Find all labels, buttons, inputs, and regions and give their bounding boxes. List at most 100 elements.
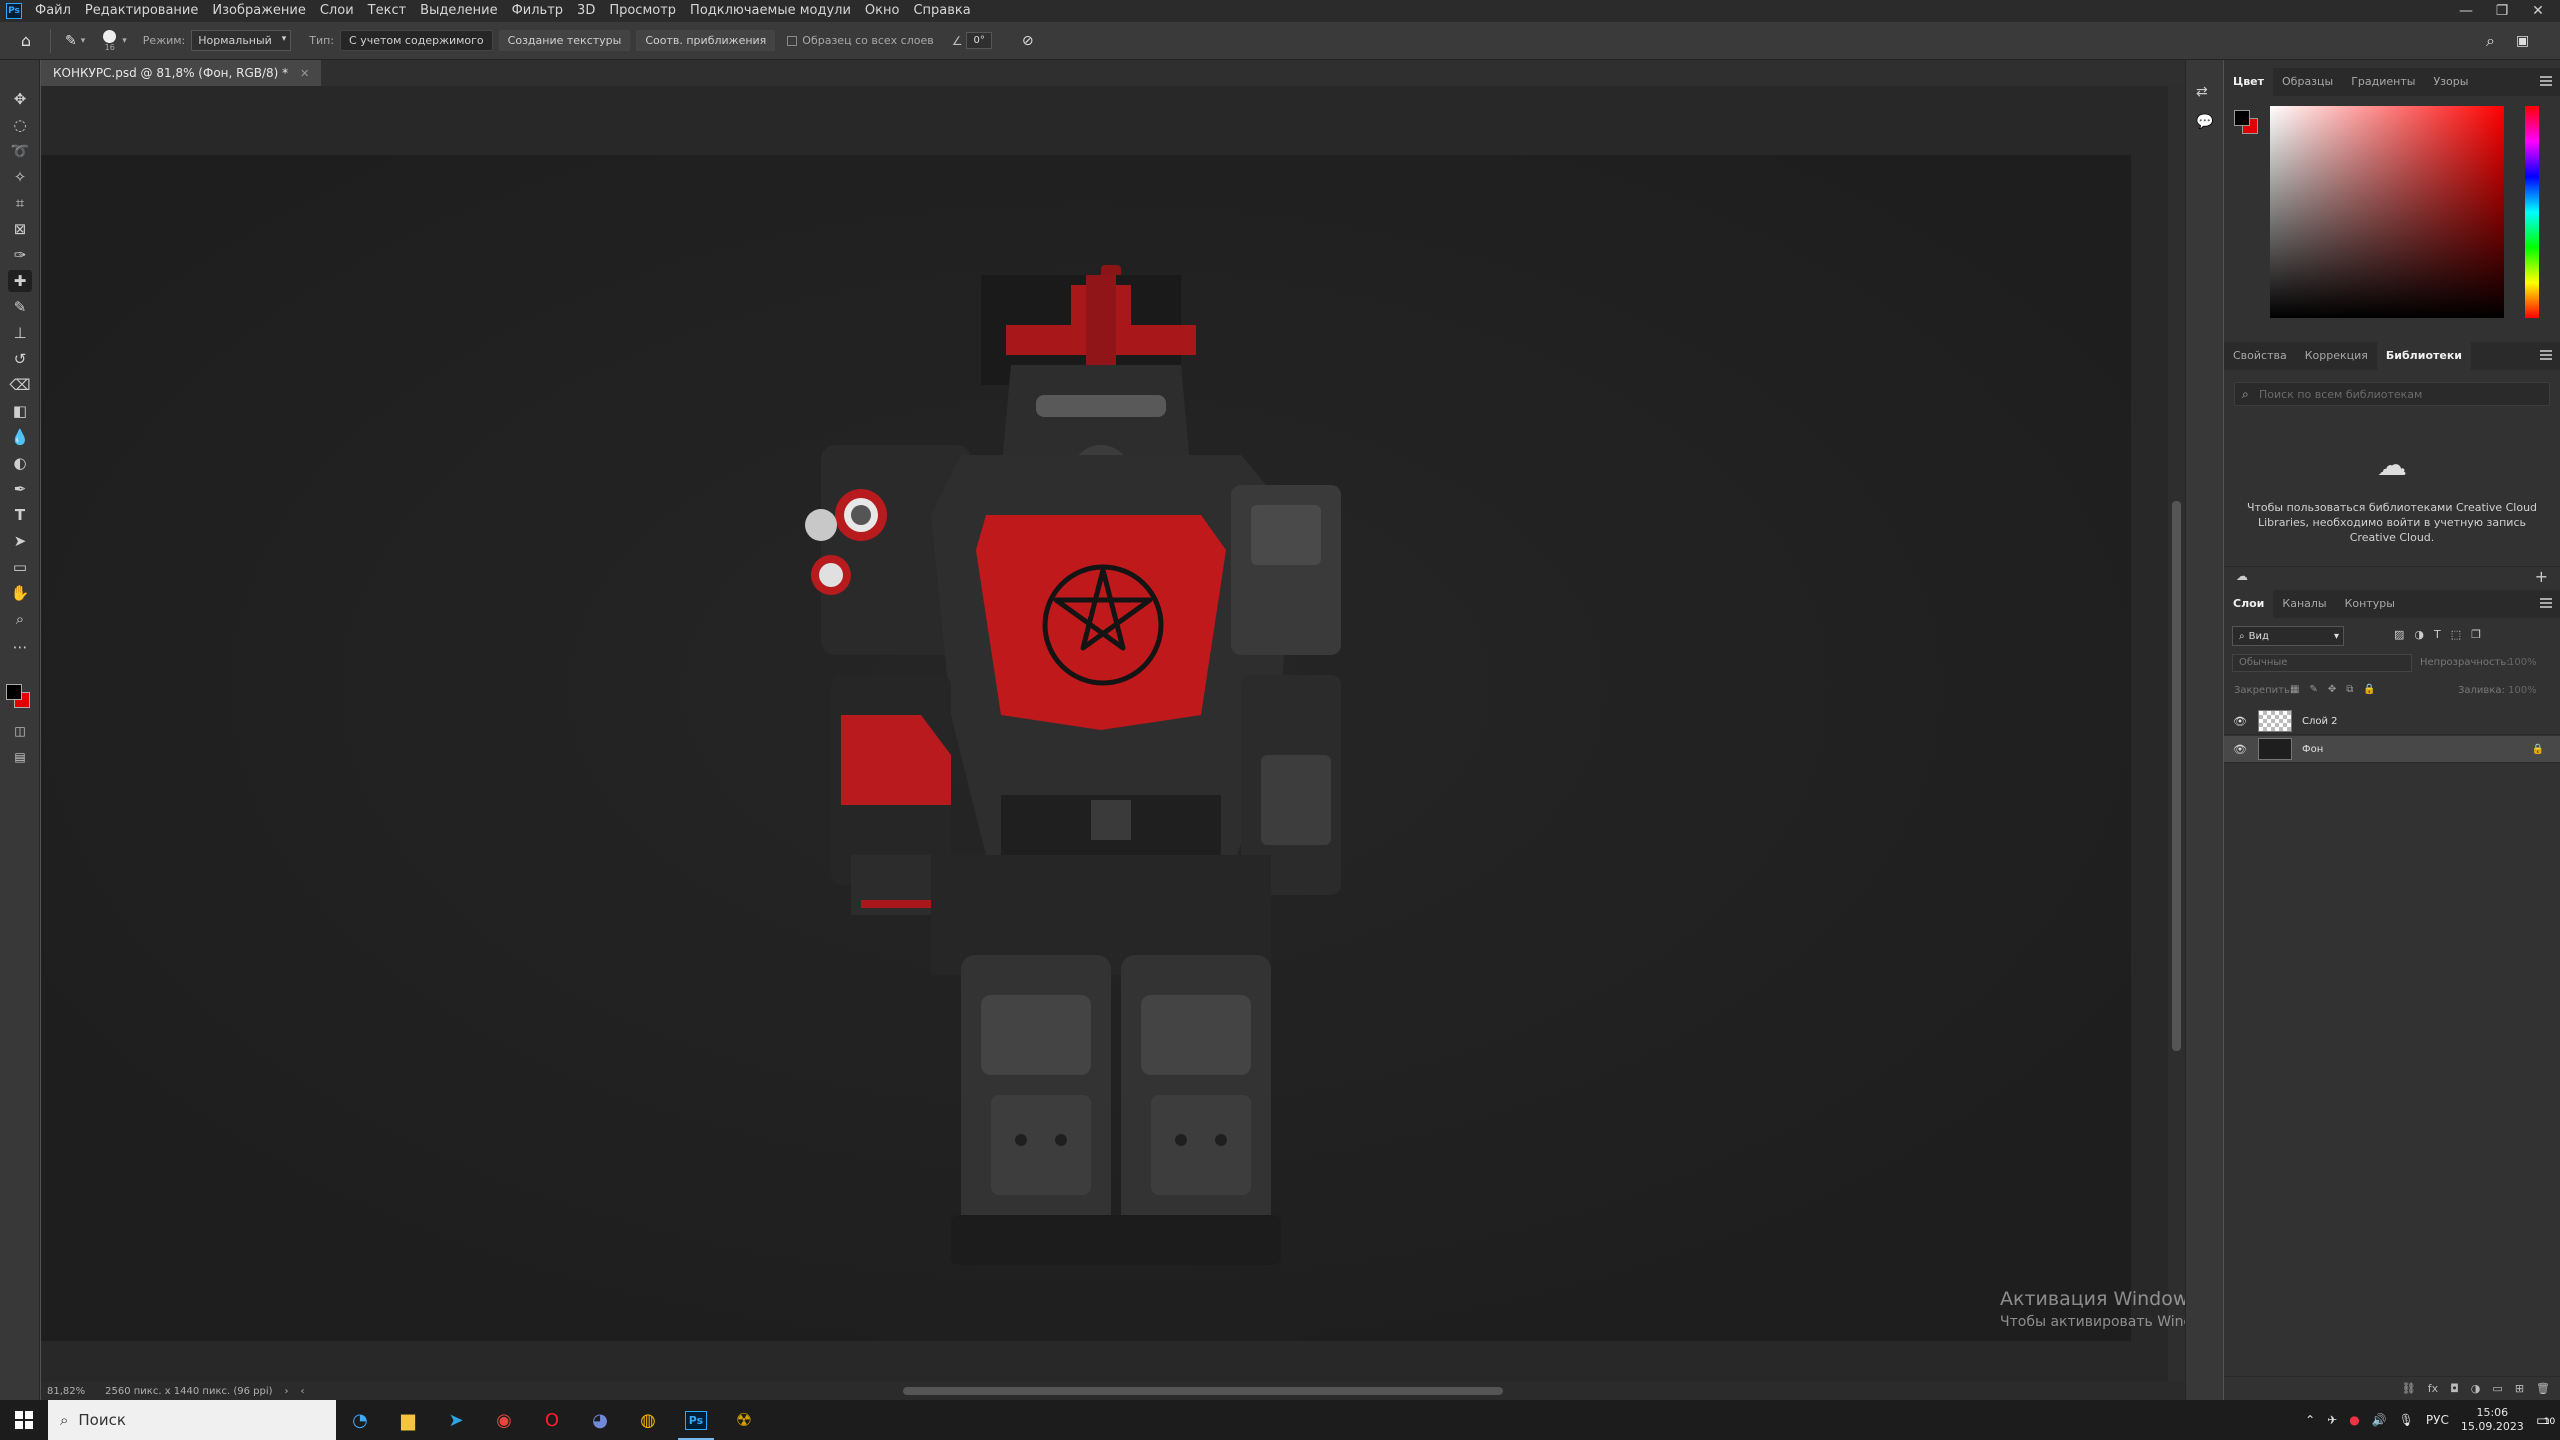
opacity-value[interactable]: 100% [2508,657,2537,668]
pen-tool-icon[interactable]: ✒ [8,478,32,500]
eraser-tool-icon[interactable]: ⌫ [8,374,32,396]
brush-tool-icon[interactable]: ✎ [8,296,32,318]
vertical-scrollbar-thumb[interactable] [2172,501,2181,1051]
horizontal-scrollbar-thumb[interactable] [903,1387,1503,1395]
workspace-icon[interactable]: ▣ [2516,33,2529,49]
close-document-icon[interactable]: ✕ [300,67,309,80]
lock-artboard-icon[interactable]: ⧉ [2346,684,2353,695]
filter-smart-object-icon[interactable]: ❐ [2471,628,2481,641]
cloud-sync-icon[interactable]: ☁ [2236,569,2248,583]
filter-type-icon[interactable]: T [2434,628,2441,641]
menu-file[interactable]: Файл [28,0,78,22]
history-panel-icon[interactable]: ⇄ [2196,84,2208,100]
tray-app-icon[interactable]: ● [2349,1413,2359,1427]
patch-tool-preset-icon[interactable]: ✎ [65,33,77,49]
menu-filter[interactable]: Фильтр [505,0,570,22]
tab-patterns[interactable]: Узоры [2424,68,2477,96]
fill-value[interactable]: 100% [2508,685,2537,696]
edge-app-icon[interactable]: ◔ [336,1400,384,1440]
tab-libraries[interactable]: Библиотеки [2376,342,2472,370]
chevron-down-icon[interactable]: ▾ [81,36,86,46]
menu-window[interactable]: Окно [858,0,907,22]
discord-app-icon[interactable]: ◕ [576,1400,624,1440]
tab-channels[interactable]: Каналы [2273,590,2335,618]
new-group-icon[interactable]: ▭ [2492,1382,2502,1395]
volume-icon[interactable]: 🔊 [2372,1413,2387,1427]
marquee-tool-icon[interactable]: ◌ [8,114,32,136]
menu-3d[interactable]: 3D [570,0,602,22]
zoom-tool-icon[interactable]: ⌕ [8,608,32,630]
layer-row[interactable]: 👁 Слой 2 [2224,708,2560,735]
panel-menu-icon[interactable] [2540,598,2552,608]
move-tool-icon[interactable]: ✥ [8,88,32,110]
close-icon[interactable]: ✕ [2520,0,2556,22]
lasso-tool-icon[interactable]: ➰ [8,140,32,162]
layer-style-icon[interactable]: fx [2428,1382,2438,1395]
tab-properties[interactable]: Свойства [2224,342,2296,370]
menu-select[interactable]: Выделение [413,0,504,22]
menu-type[interactable]: Текст [361,0,414,22]
notifications-button[interactable]: ▭ 10 [2536,1411,2555,1429]
hand-tool-icon[interactable]: ✋ [8,582,32,604]
adjustment-layer-icon[interactable]: ◑ [2471,1382,2481,1395]
filter-adjustment-icon[interactable]: ◑ [2414,628,2424,641]
photoshop-logo-icon[interactable]: Ps [6,3,22,19]
document-tab[interactable]: КОНКУРС.psd @ 81,8% (Фон, RGB/8) * ✕ [41,60,322,86]
tab-color[interactable]: Цвет [2224,68,2274,96]
menu-layers[interactable]: Слои [313,0,361,22]
lock-pixels-icon[interactable]: ✎ [2309,684,2317,695]
comments-panel-icon[interactable]: 💬 [2196,114,2213,130]
layer-filter-select[interactable]: ⌕ Вид ▾ [2232,626,2344,646]
tab-swatches[interactable]: Образцы [2273,68,2342,96]
path-selection-tool-icon[interactable]: ➤ [8,530,32,552]
type-proximity-button[interactable]: Соотв. приближения [636,30,776,51]
library-search-input[interactable]: ⌕ Поиск по всем библиотекам [2234,382,2550,406]
pressure-icon[interactable]: ⊘ [1022,33,1034,49]
add-icon[interactable]: + [2535,567,2548,586]
new-layer-icon[interactable]: ⊞ [2515,1382,2524,1395]
menu-edit[interactable]: Редактирование [78,0,205,22]
tab-gradients[interactable]: Градиенты [2342,68,2424,96]
blur-tool-icon[interactable]: 💧 [8,426,32,448]
chevron-down-icon[interactable]: ▾ [122,36,127,46]
history-brush-tool-icon[interactable]: ↺ [8,348,32,370]
crop-tool-icon[interactable]: ⌗ [8,192,32,214]
eyedropper-tool-icon[interactable]: ✑ [8,244,32,266]
yandex-app-icon[interactable]: ◍ [624,1400,672,1440]
home-icon[interactable]: ⌂ [16,31,36,51]
microphone-icon[interactable]: 🎙 [2399,1413,2414,1427]
chevron-right-icon[interactable]: › [285,1386,289,1397]
dodge-tool-icon[interactable]: ◐ [8,452,32,474]
menu-view[interactable]: Просмотр [602,0,683,22]
gradient-tool-icon[interactable]: ◧ [8,400,32,422]
color-picker-field[interactable] [2270,106,2504,318]
menu-image[interactable]: Изображение [205,0,312,22]
document-canvas[interactable] [41,155,2131,1341]
menu-plugins[interactable]: Подключаемые модули [683,0,858,22]
rectangle-tool-icon[interactable]: ▭ [8,556,32,578]
clock[interactable]: 15:06 15.09.2023 [2461,1406,2524,1434]
telegram-app-icon[interactable]: ➤ [432,1400,480,1440]
eye-icon[interactable]: 👁 [2230,715,2250,728]
tab-adjustments[interactable]: Коррекция [2296,342,2377,370]
eye-icon[interactable]: 👁 [2230,743,2250,756]
lock-all-icon[interactable]: 🔒 [2363,684,2375,695]
delete-layer-icon[interactable]: 🗑 [2536,1382,2550,1395]
photoshop-app-icon[interactable]: Ps [672,1400,720,1440]
tab-layers[interactable]: Слои [2224,590,2274,618]
lock-position-icon[interactable]: ✥ [2328,684,2336,695]
magic-wand-tool-icon[interactable]: ✧ [8,166,32,188]
search-icon[interactable]: ⌕ [2486,31,2495,51]
frame-tool-icon[interactable]: ⊠ [8,218,32,240]
tab-paths[interactable]: Контуры [2336,590,2404,618]
panel-menu-icon[interactable] [2540,76,2552,86]
layer-mask-icon[interactable]: ◘ [2450,1382,2459,1395]
sample-all-layers-checkbox[interactable] [787,35,798,46]
opera-app-icon[interactable]: O [528,1400,576,1440]
lock-transparency-icon[interactable]: ▦ [2290,684,2299,695]
network-icon[interactable]: ✈ [2327,1413,2337,1427]
file-explorer-icon[interactable]: ▆ [384,1400,432,1440]
angle-input[interactable]: 0° [966,32,992,49]
zoom-level[interactable]: 81,82% [47,1386,85,1397]
layer-row[interactable]: 👁 Фон 🔒 [2224,736,2560,763]
